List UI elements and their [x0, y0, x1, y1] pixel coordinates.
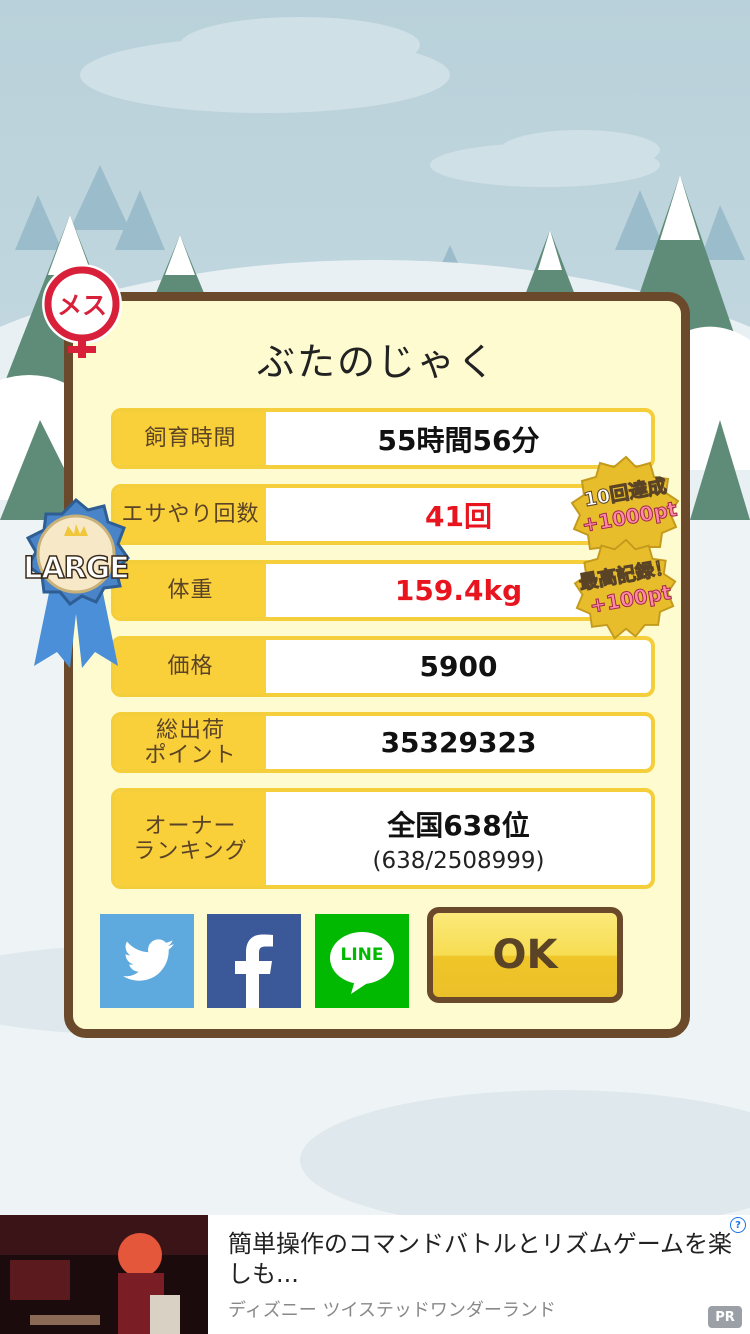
ok-button[interactable]: OK	[427, 907, 623, 1003]
pig-name-title: ぶたのじゃく	[256, 340, 497, 384]
ad-banner[interactable]: 簡単操作のコマンドバトルとリズムゲームを楽しも... ディズニー ツイステッドワ…	[0, 1215, 750, 1334]
price-row: 価格 5900	[111, 636, 655, 697]
ad-info-icon[interactable]: ?	[730, 1217, 746, 1233]
ad-pr-badge: PR	[708, 1306, 742, 1328]
facebook-icon	[235, 934, 273, 1008]
price-value: 5900	[419, 650, 498, 683]
twitter-icon	[123, 939, 174, 981]
line-share-button[interactable]: LINE	[315, 914, 409, 1008]
pig-result-dialog: ぶたのじゃく 飼育時間 55時間56分 エサやり回数 41回 体重 159.4k…	[64, 292, 690, 1038]
facebook-share-button[interactable]	[207, 914, 301, 1008]
line-label: LINE	[340, 945, 384, 965]
twitter-share-button[interactable]	[100, 914, 194, 1008]
owner-ranking-row: オーナー ランキング 全国638位 (638/2508999)	[111, 788, 655, 889]
shipment-points-row: 総出荷 ポイント 35329323	[111, 712, 655, 773]
owner-ranking-label: オーナー ランキング	[115, 792, 266, 885]
gender-label: メス	[56, 291, 107, 320]
owner-ranking-detail: (638/2508999)	[372, 847, 545, 874]
owner-ranking-value: 全国638位	[387, 808, 530, 842]
ad-title[interactable]: 簡単操作のコマンドバトルとリズムゲームを楽しも...	[228, 1229, 733, 1289]
size-label: LARGE	[22, 550, 130, 587]
shipment-points-label: 総出荷 ポイント	[115, 716, 266, 769]
breeding-time-label: 飼育時間	[115, 412, 266, 465]
owner-ranking-value-box: 全国638位 (638/2508999)	[266, 792, 651, 885]
ad-source: ディズニー ツイステッドワンダーランド	[228, 1300, 556, 1321]
shipment-points-value: 35329323	[380, 726, 537, 759]
ad-thumbnail-image	[0, 1215, 208, 1334]
